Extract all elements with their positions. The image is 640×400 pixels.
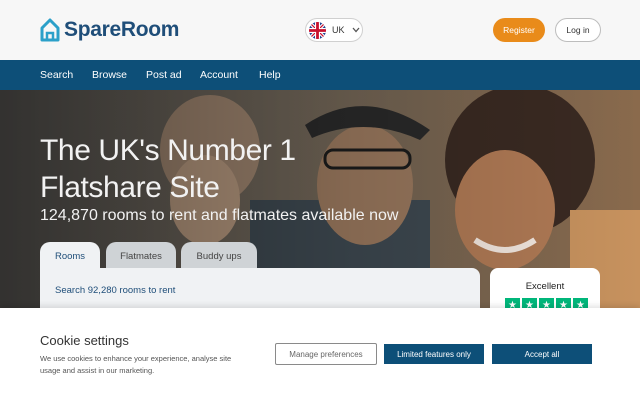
nav-item-help[interactable]: Help [259,69,281,81]
hero-title: The UK's Number 1 Flatshare Site [40,132,360,206]
main-nav: Search Browse Post ad Account Help [0,60,640,90]
hero-subtitle: 124,870 rooms to rent and flatmates avai… [40,207,399,224]
hero-title-line-1: The UK's Number 1 [40,134,296,167]
nav-item-account[interactable]: Account [200,69,238,81]
cookie-title: Cookie settings [40,333,129,348]
hero-section: The UK's Number 1 Flatshare Site 124,870… [0,90,640,330]
login-button[interactable]: Log in [555,18,601,42]
logo-text: SpareRoom [64,18,180,41]
trustpilot-rating-label: Excellent [525,281,565,292]
site-header: SpareRoom UK Register Log in [0,0,640,60]
country-label: UK [332,25,345,35]
nav-item-search[interactable]: Search [40,69,73,81]
search-panel-label: Search 92,280 rooms to rent [55,285,176,296]
nav-item-browse[interactable]: Browse [92,69,127,81]
nav-item-post-ad[interactable]: Post ad [146,69,182,81]
house-logo-icon [40,18,60,42]
country-selector[interactable]: UK [305,18,363,42]
hero-title-line-2: Flatshare Site [40,171,220,204]
cookie-banner: Cookie settings We use cookies to enhanc… [0,308,640,400]
limited-features-button[interactable]: Limited features only [384,344,484,364]
spareroom-logo[interactable]: SpareRoom [40,16,179,44]
chevron-down-icon [352,27,360,33]
tab-rooms[interactable]: Rooms [40,242,100,270]
manage-preferences-button[interactable]: Manage preferences [275,343,377,365]
register-button[interactable]: Register [493,18,545,42]
uk-flag-icon [309,21,326,39]
cookie-description: We use cookies to enhance your experienc… [40,354,232,375]
accept-all-button[interactable]: Accept all [492,344,592,364]
tab-buddy-ups[interactable]: Buddy ups [181,242,257,270]
tab-flatmates[interactable]: Flatmates [106,242,176,270]
